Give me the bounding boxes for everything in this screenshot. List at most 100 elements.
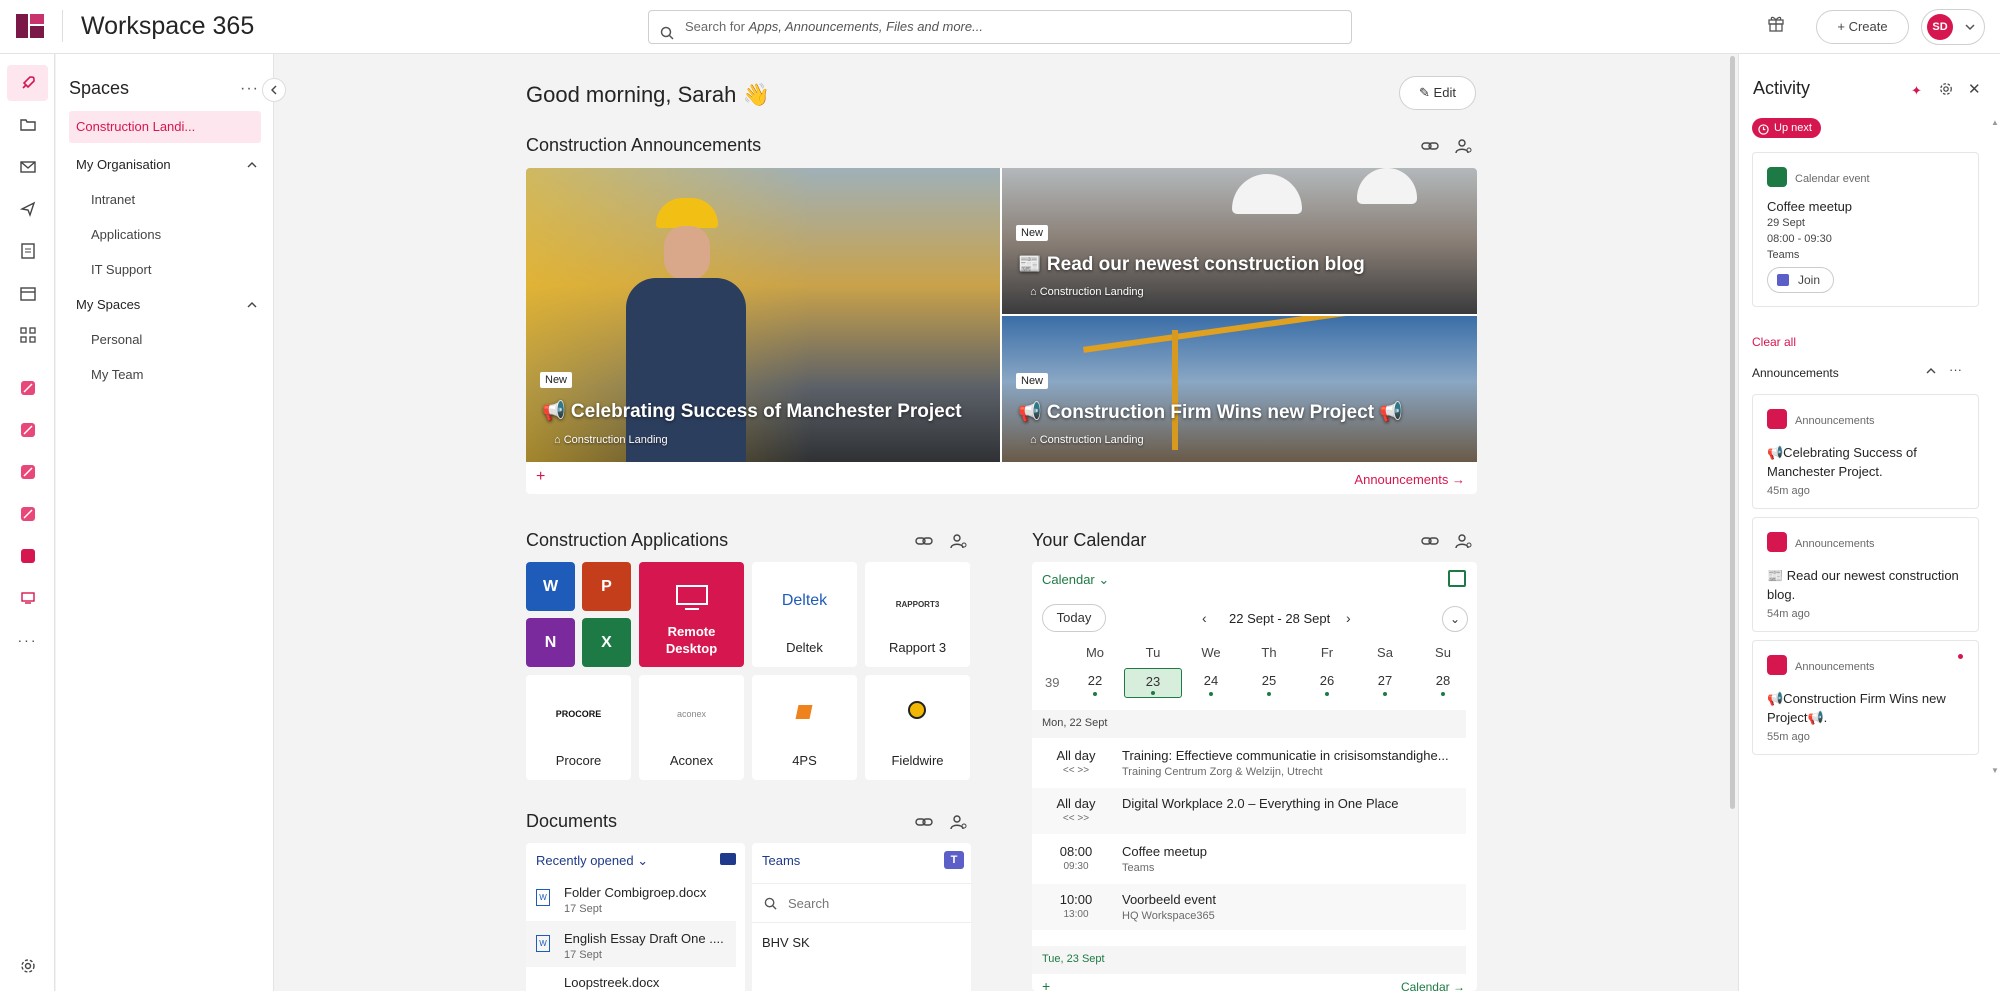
activity-item[interactable]: Announcements 📢Celebrating Success of Ma… (1752, 394, 1979, 509)
link-icon[interactable] (1421, 534, 1439, 553)
onenote-app-icon[interactable]: N (526, 618, 575, 667)
rail-folder-icon[interactable] (7, 107, 48, 143)
rail-monitor-icon[interactable] (7, 580, 48, 616)
activity-time: 45m ago (1767, 485, 1810, 497)
chevron-up-icon[interactable] (1925, 364, 1937, 382)
deltek-tile[interactable]: Deltek Deltek (752, 562, 857, 667)
announcement-tile-2[interactable]: New 📰 Read our newest construction blog … (1002, 168, 1477, 314)
pin-icon[interactable]: ✦ (1911, 83, 1922, 99)
space-item-applications[interactable]: Applications (91, 227, 161, 242)
rail-space-2-icon[interactable] (7, 412, 48, 448)
aconex-tile[interactable]: aconex Aconex (639, 675, 744, 780)
manage-users-icon[interactable] (1455, 138, 1473, 159)
rail-apps-icon[interactable] (7, 317, 48, 353)
powerpoint-app-icon[interactable]: P (582, 562, 631, 611)
space-item-my-team[interactable]: My Team (91, 367, 144, 382)
rail-rocket-icon[interactable] (7, 65, 48, 101)
date-cell[interactable]: 24 (1191, 668, 1231, 698)
date-cell[interactable]: 28 (1423, 668, 1463, 698)
calendar-icon[interactable] (1448, 570, 1466, 587)
procore-tile[interactable]: PROCORE Procore (526, 675, 631, 780)
gift-icon[interactable] (1767, 14, 1785, 37)
today-button[interactable]: Today (1042, 604, 1106, 632)
rail-mail-icon[interactable] (7, 149, 48, 185)
date-cell[interactable]: 26 (1307, 668, 1347, 698)
teams-search[interactable]: Search (752, 883, 971, 923)
activity-item[interactable]: Announcements 📰 Read our newest construc… (1752, 517, 1979, 632)
file-name[interactable]: English Essay Draft One .... (564, 931, 724, 946)
date-cell[interactable]: 22 (1075, 668, 1115, 698)
expand-chevron-icon[interactable]: ⌄ (1442, 606, 1468, 632)
team-item[interactable]: BHV SK (762, 935, 810, 950)
join-button[interactable]: Join (1767, 267, 1834, 293)
date-cell[interactable]: 23 (1124, 668, 1182, 698)
more-options-icon[interactable]: ··· (1949, 362, 1962, 377)
edit-button[interactable]: ✎ Edit (1399, 76, 1476, 110)
collapse-panel-button[interactable] (262, 78, 286, 102)
spaces-title: Spaces (69, 78, 130, 98)
link-icon[interactable] (915, 534, 933, 553)
rail-space-5-icon[interactable] (7, 538, 48, 574)
user-menu[interactable]: SD (1921, 9, 1985, 45)
activity-scrollbar[interactable]: ▲ ▼ (1991, 118, 1999, 778)
rapport3-tile[interactable]: RAPPORT3 Rapport 3 (865, 562, 970, 667)
manage-users-icon[interactable] (950, 533, 968, 554)
teams-icon[interactable]: T (944, 851, 964, 869)
calendar-link[interactable]: Calendar → (1401, 980, 1465, 991)
rail-calendar-icon[interactable] (7, 275, 48, 311)
fieldwire-tile[interactable]: Fieldwire (865, 675, 970, 780)
rail-send-icon[interactable] (7, 191, 48, 227)
settings-gear-icon[interactable] (7, 948, 48, 984)
event-row[interactable]: All day << >> Training: Effectieve communi… (1032, 740, 1466, 786)
announcements-link[interactable]: Announcements → (1354, 472, 1465, 487)
rail-space-1-icon[interactable] (7, 370, 48, 406)
manage-users-icon[interactable] (950, 814, 968, 835)
space-group-my-spaces[interactable]: My Spaces (76, 297, 258, 312)
close-icon[interactable]: ✕ (1968, 80, 1981, 98)
word-app-icon[interactable]: W (526, 562, 575, 611)
file-name[interactable]: Loopstreek.docx (564, 975, 659, 990)
folder-icon[interactable] (720, 853, 736, 865)
rail-more-icon[interactable]: ··· (7, 622, 48, 658)
event-row[interactable]: 10:00 13:00 Voorbeeld event HQ Workspace365 (1032, 884, 1466, 930)
date-cell[interactable]: 27 (1365, 668, 1405, 698)
calendar-dropdown[interactable]: Calendar ⌄ (1042, 572, 1109, 588)
link-icon[interactable] (1421, 139, 1439, 158)
more-options-icon[interactable]: ··· (240, 80, 259, 98)
event-card[interactable]: Calendar event Coffee meetup 29 Sept 08:… (1752, 152, 1979, 307)
clock-icon (1758, 122, 1769, 142)
teams-icon (1777, 274, 1789, 286)
create-button[interactable]: + Create (1816, 10, 1909, 44)
settings-gear-icon[interactable] (1939, 82, 1953, 101)
link-icon[interactable] (915, 815, 933, 834)
rail-document-icon[interactable] (7, 233, 48, 269)
recently-opened-dropdown[interactable]: Recently opened ⌄ (536, 853, 648, 869)
rail-space-3-icon[interactable] (7, 454, 48, 490)
space-item-it-support[interactable]: IT Support (91, 262, 151, 277)
event-row[interactable]: 08:00 09:30 Coffee meetup Teams (1032, 836, 1466, 882)
space-group-my-organisation[interactable]: My Organisation (76, 157, 258, 172)
event-row[interactable]: All day << >> Digital Workplace 2.0 – Ever… (1032, 788, 1466, 834)
main-scrollbar[interactable] (1728, 54, 1737, 991)
space-item-active[interactable]: Construction Landi... (69, 111, 261, 143)
space-item-personal[interactable]: Personal (91, 332, 142, 347)
rail-space-4-icon[interactable] (7, 496, 48, 532)
file-name[interactable]: Folder Combigroep.docx (564, 885, 706, 900)
prev-week-button[interactable]: ‹ (1202, 610, 1207, 626)
next-week-button[interactable]: › (1346, 610, 1351, 626)
app-logo[interactable] (16, 14, 44, 38)
date-cell[interactable]: 25 (1249, 668, 1289, 698)
excel-app-icon[interactable]: X (582, 618, 631, 667)
event-dot (1151, 691, 1155, 695)
4ps-tile[interactable]: 4PS (752, 675, 857, 780)
remote-desktop-tile[interactable]: Remote Desktop (639, 562, 744, 667)
activity-item[interactable]: Announcements 📢Construction Firm Wins ne… (1752, 640, 1979, 755)
clear-all-link[interactable]: Clear all (1752, 335, 1796, 349)
manage-users-icon[interactable] (1455, 533, 1473, 554)
announcement-tile-1[interactable]: New 📢 Celebrating Success of Manchester … (526, 168, 1000, 462)
add-announcement-button[interactable]: + (536, 468, 545, 486)
add-event-button[interactable]: + (1042, 978, 1050, 991)
search-input[interactable]: Search for Apps, Announcements, Files an… (648, 10, 1352, 44)
announcement-tile-3[interactable]: New 📢 Construction Firm Wins new Project… (1002, 316, 1477, 462)
space-item-intranet[interactable]: Intranet (91, 192, 135, 207)
